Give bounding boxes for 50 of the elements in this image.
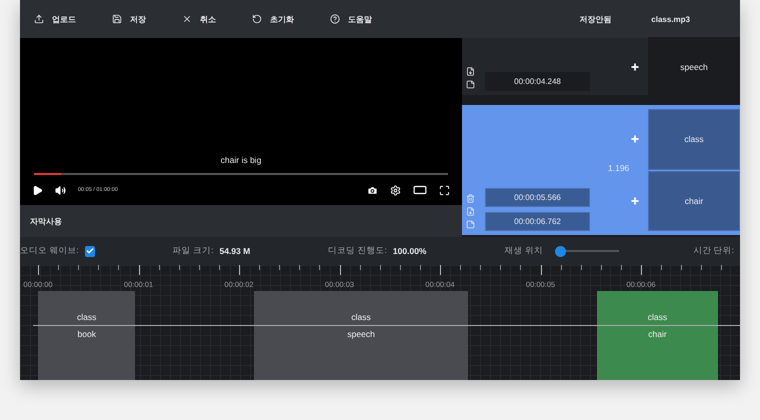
audio-wave-label: 오디오 웨이브: (20, 245, 79, 257)
duration-text: 1.196 (608, 163, 630, 173)
decoding-label: 디코딩 진행도: (328, 245, 387, 257)
camera-icon[interactable] (367, 184, 378, 196)
file-size-label: 파일 크기: (172, 245, 214, 257)
reset-icon (252, 14, 262, 24)
save-status: 저장안됨 (579, 14, 612, 24)
volume-icon[interactable] (55, 184, 66, 196)
timeline-segment[interactable]: class chair (597, 291, 718, 380)
segment-text: chair (648, 329, 667, 339)
time-field[interactable]: 00:00:06.762 (485, 212, 590, 231)
plus-icon[interactable] (630, 62, 640, 72)
segment-text: class (648, 312, 668, 322)
timeline-segment[interactable]: class speech (254, 291, 468, 380)
time-field[interactable]: 00:00:05.566 (485, 188, 590, 207)
video-subtitle: chair is big (220, 155, 262, 165)
note-icon[interactable] (466, 80, 475, 89)
file-name: class.mp3 (651, 14, 690, 24)
segment-text: speech (347, 329, 375, 339)
save-icon (112, 14, 122, 24)
timeline-segment[interactable]: class book (38, 291, 136, 380)
screen-icon[interactable] (413, 183, 427, 197)
segment-text: class (351, 312, 371, 322)
cancel-button[interactable]: 취소 (178, 10, 220, 28)
help-icon (330, 14, 340, 24)
segment-text: book (78, 329, 96, 339)
subtitle-text-box[interactable]: class (648, 109, 740, 170)
subtitle-toggle-label[interactable]: 자막사용 (30, 216, 62, 226)
decoding-value: 100.00% (392, 246, 426, 256)
time-field[interactable]: 00:00:04.248 (485, 72, 590, 91)
segment-text: class (77, 312, 96, 322)
note-icon[interactable] (466, 67, 475, 76)
time-unit-label: 시간 단위: (693, 245, 734, 257)
subtitle-text-box[interactable]: chair (648, 170, 740, 231)
slider-thumb[interactable] (554, 246, 566, 256)
subtitle-text-box[interactable]: speech (648, 37, 740, 96)
close-icon (182, 14, 192, 24)
fullscreen-icon[interactable] (439, 184, 450, 196)
position-label: 재생 위치 (504, 245, 543, 257)
help-button[interactable]: 도움말 (326, 10, 376, 28)
audio-wave-checkbox[interactable] (84, 246, 95, 256)
subtitle-row[interactable]: 00:00:04.248 speech (462, 38, 740, 95)
upload-icon (34, 14, 44, 24)
settings-icon[interactable] (390, 184, 401, 196)
reset-button[interactable]: 초기화 (248, 10, 298, 28)
save-button[interactable]: 저장 (108, 10, 150, 28)
upload-button[interactable]: 업로드 (30, 10, 80, 28)
file-size-value: 54.93 M (219, 246, 250, 256)
subtitle-row[interactable]: 00:00:05.566 00:00:06.762 1.196 class chair (462, 105, 740, 235)
play-icon[interactable] (32, 184, 43, 196)
